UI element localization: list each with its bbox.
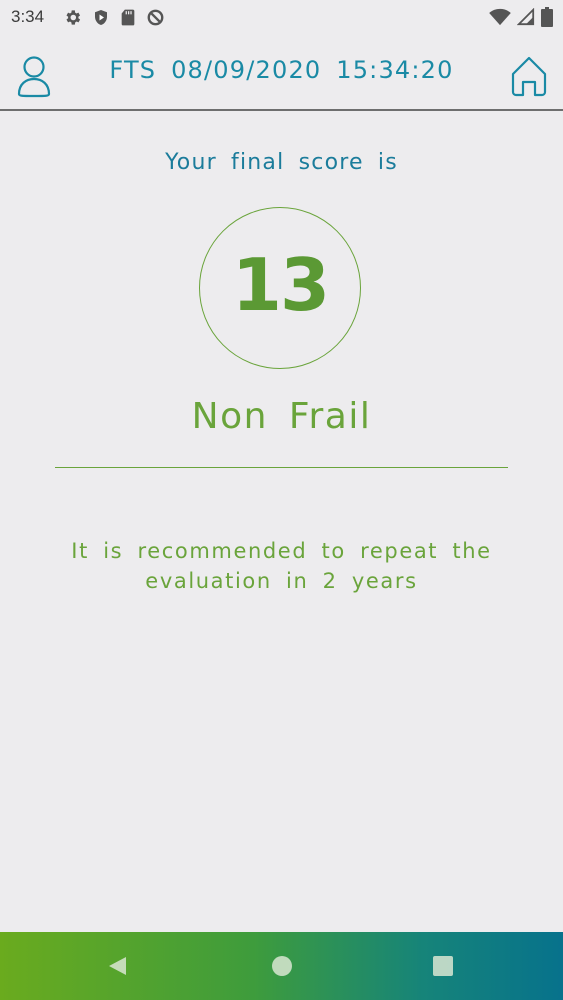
wifi-icon bbox=[489, 8, 511, 26]
cellular-signal-icon bbox=[517, 8, 535, 26]
home-icon[interactable] bbox=[509, 54, 549, 98]
data-saver-icon bbox=[147, 9, 164, 26]
shield-icon bbox=[95, 10, 107, 25]
screen: 3:34 FTS 08/09/2020 15:34:20 Your final … bbox=[0, 0, 563, 1000]
frailty-classification: Non Frail bbox=[191, 396, 372, 437]
score-value: 13 bbox=[231, 243, 330, 327]
recommendation-text: It is recommended to repeat the evaluati… bbox=[71, 539, 492, 593]
battery-icon bbox=[541, 7, 553, 27]
status-icons-left bbox=[63, 8, 165, 27]
divider bbox=[55, 467, 508, 468]
recents-icon[interactable] bbox=[431, 954, 455, 978]
sd-card-icon bbox=[121, 9, 135, 26]
app-header: FTS 08/09/2020 15:34:20 bbox=[0, 34, 563, 111]
back-icon[interactable] bbox=[106, 954, 130, 978]
status-time: 3:34 bbox=[11, 7, 45, 26]
header-title: FTS 08/09/2020 15:34:20 bbox=[109, 56, 454, 84]
score-label: Your final score is bbox=[165, 150, 398, 175]
home-nav-icon[interactable] bbox=[270, 954, 294, 978]
score-circle: 13 bbox=[199, 207, 361, 369]
settings-icon bbox=[66, 10, 81, 25]
status-bar: 3:34 bbox=[0, 0, 563, 34]
navigation-bar bbox=[0, 932, 563, 1000]
status-icons-right bbox=[489, 7, 553, 27]
